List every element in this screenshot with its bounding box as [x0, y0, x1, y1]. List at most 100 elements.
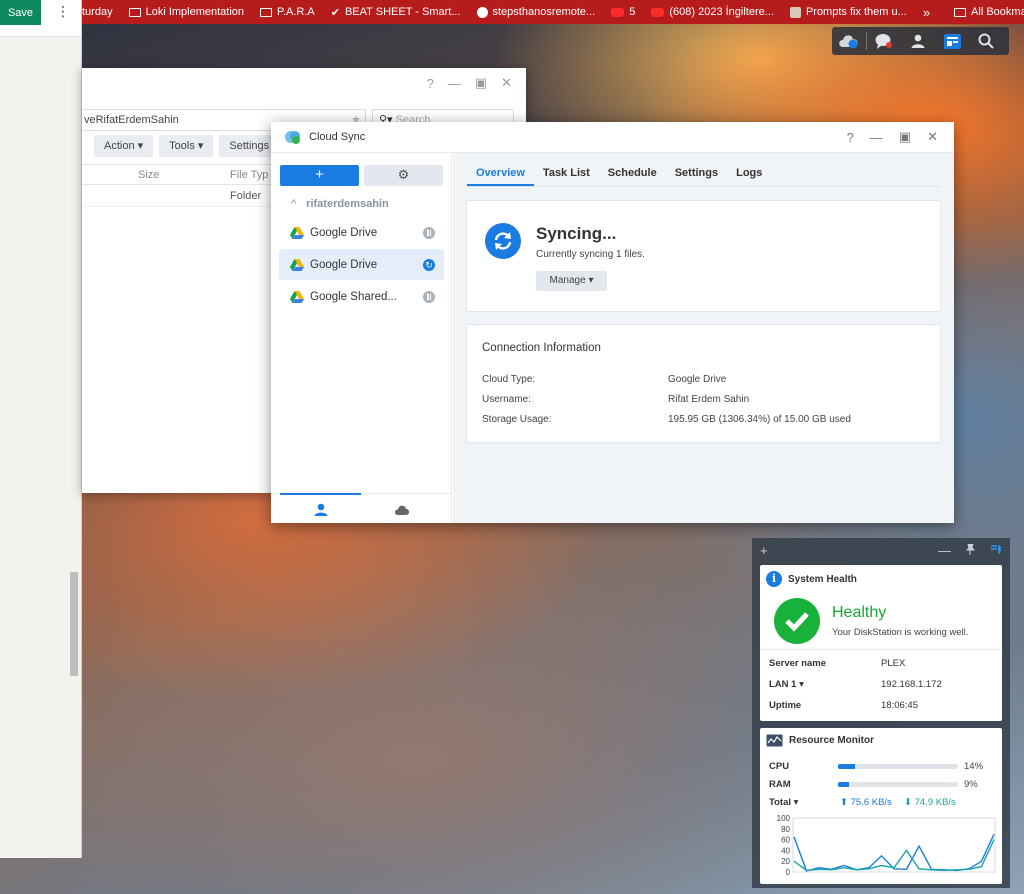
- settings-button[interactable]: ⚙: [364, 165, 443, 186]
- maximize-icon[interactable]: ▣: [899, 129, 911, 145]
- save-button[interactable]: Save: [0, 0, 41, 25]
- manage-button[interactable]: Manage ▾: [536, 271, 607, 291]
- maximize-icon[interactable]: ▣: [475, 75, 487, 91]
- connection-item[interactable]: Google Drive: [279, 217, 444, 248]
- upload-arrow-icon: ⬆: [840, 797, 848, 808]
- username-value: Rifat Erdem Sahin: [668, 394, 750, 405]
- checkmark-icon: ✔: [330, 6, 340, 19]
- help-icon[interactable]: ?: [427, 76, 434, 91]
- monitor-icon: [766, 734, 783, 747]
- account-group-header[interactable]: ^ rifaterdemsahin: [291, 198, 389, 210]
- y-tick-label: 0: [786, 868, 791, 876]
- divider: [760, 649, 1002, 650]
- github-icon: [476, 6, 488, 18]
- chat-notification-icon[interactable]: [867, 27, 901, 55]
- health-message: Your DiskStation is working well.: [832, 627, 969, 638]
- close-icon[interactable]: ✕: [927, 129, 938, 145]
- ram-bar: [838, 782, 958, 787]
- add-connection-button[interactable]: +: [280, 165, 359, 186]
- server-name-label: Server name: [769, 658, 827, 669]
- chart-frame: [792, 817, 996, 873]
- column-size[interactable]: Size: [138, 169, 159, 181]
- connection-label: Google Drive: [310, 226, 378, 239]
- info-icon: i: [766, 571, 782, 587]
- folder-icon: [954, 7, 967, 17]
- bookmarks-bar: turday Loki Implementation P.A.R.A ✔ BEA…: [0, 0, 1024, 24]
- y-tick-label: 80: [781, 825, 790, 834]
- sync-status-title: Syncing...: [536, 224, 617, 243]
- user-icon: [314, 503, 327, 516]
- cloud-sync-titlebar: Cloud Sync ? — ▣ ✕: [271, 122, 954, 153]
- action-button[interactable]: Action ▾: [94, 135, 154, 157]
- healthy-check-icon: [774, 598, 820, 644]
- minimize-icon[interactable]: —: [938, 543, 951, 558]
- download-arrow-icon: ⬇: [904, 797, 912, 808]
- cloud-sync-logo-icon: [285, 131, 300, 144]
- bookmark-prompts[interactable]: Prompts fix them u...: [782, 6, 915, 18]
- cloud-sync-tray-icon[interactable]: [832, 27, 866, 55]
- bookmark-youtube-5[interactable]: 5: [603, 6, 643, 18]
- lan-selector[interactable]: LAN 1 ▾: [769, 679, 804, 690]
- help-icon[interactable]: ?: [847, 130, 854, 145]
- system-health-widget: i System Health Healthy Your DiskStation…: [760, 565, 1002, 721]
- cloud-sync-main: Overview Task List Schedule Settings Log…: [453, 153, 954, 523]
- tab-schedule[interactable]: Schedule: [599, 153, 666, 187]
- tab-logs[interactable]: Logs: [727, 153, 771, 187]
- dsm-taskbar-tray: [832, 27, 1009, 55]
- all-bookmarks-button[interactable]: All Bookmarks: [946, 6, 1024, 18]
- connection-item[interactable]: Google Shared...: [279, 281, 444, 312]
- system-health-title: System Health: [788, 573, 857, 585]
- file-station-titlebar: ? — ▣ ✕: [82, 68, 526, 98]
- paused-status-icon: [423, 290, 435, 303]
- bookmarks-overflow-button[interactable]: »: [915, 5, 946, 20]
- window-title: Cloud Sync: [309, 131, 366, 143]
- tools-button[interactable]: Tools ▾: [159, 135, 214, 157]
- close-icon[interactable]: ✕: [501, 75, 512, 91]
- folder-icon: [260, 7, 273, 17]
- more-options-icon[interactable]: ⋮: [56, 3, 70, 20]
- bookmark-label: stepsthanosremote...: [492, 6, 596, 18]
- bookmark-label: P.A.R.A: [277, 6, 315, 18]
- column-file-type[interactable]: File Typ: [230, 169, 268, 181]
- widget-panel: + — i System Health Healthy Your DiskSta…: [752, 538, 1010, 888]
- add-widget-icon[interactable]: +: [760, 543, 768, 558]
- bookmark-youtube-608[interactable]: (608) 2023 İngiltere...: [643, 6, 782, 18]
- storage-usage-value: 195.95 GB (1306.34%) of 15.00 GB used: [668, 414, 851, 425]
- bookmark-loki[interactable]: Loki Implementation: [121, 6, 252, 18]
- tab-settings[interactable]: Settings: [666, 153, 727, 187]
- minimize-icon[interactable]: —: [448, 76, 461, 91]
- connection-label: Google Shared...: [310, 290, 397, 303]
- google-drive-icon: [290, 226, 304, 239]
- scrollbar-thumb[interactable]: [70, 572, 78, 676]
- resource-monitor-widget: Resource Monitor CPU 14% RAM 9% Total ▾ …: [760, 728, 1002, 884]
- network-total-selector[interactable]: Total ▾: [769, 797, 798, 808]
- pin-icon[interactable]: [965, 543, 976, 558]
- storage-usage-label: Storage Usage:: [482, 414, 552, 425]
- cpu-bar: [838, 764, 958, 769]
- chevron-up-icon: ^: [291, 198, 297, 210]
- connection-item[interactable]: Google Drive ↻: [279, 249, 444, 280]
- y-tick-label: 20: [781, 857, 790, 866]
- download-speed: ⬇ 74.9 KB/s: [904, 797, 956, 808]
- sync-status-subtitle: Currently syncing 1 files.: [536, 249, 645, 260]
- path-text: veRifatErdemSahin: [84, 114, 179, 126]
- tab-cloud[interactable]: [361, 494, 442, 524]
- minimize-icon[interactable]: —: [870, 130, 883, 145]
- bookmark-beat-sheet[interactable]: ✔ BEAT SHEET - Smart...: [323, 6, 469, 19]
- collapse-icon[interactable]: [990, 543, 1002, 558]
- youtube-icon: [651, 7, 665, 17]
- youtube-icon: [611, 7, 625, 17]
- tab-overview[interactable]: Overview: [467, 153, 534, 186]
- bookmark-github[interactable]: stepsthanosremote...: [469, 6, 604, 18]
- cpu-bar-fill: [838, 764, 855, 769]
- ram-label: RAM: [769, 779, 791, 790]
- y-tick-label: 60: [781, 836, 790, 845]
- download-speed-value: 74.9 KB/s: [914, 797, 956, 808]
- search-icon[interactable]: [969, 27, 1003, 55]
- user-account-icon[interactable]: [901, 27, 935, 55]
- bookmark-para[interactable]: P.A.R.A: [252, 6, 323, 18]
- left-window-toolbar: Save ⋮: [0, 0, 81, 37]
- tab-users[interactable]: [280, 493, 361, 523]
- tab-task-list[interactable]: Task List: [534, 153, 599, 187]
- widgets-icon[interactable]: [935, 27, 969, 55]
